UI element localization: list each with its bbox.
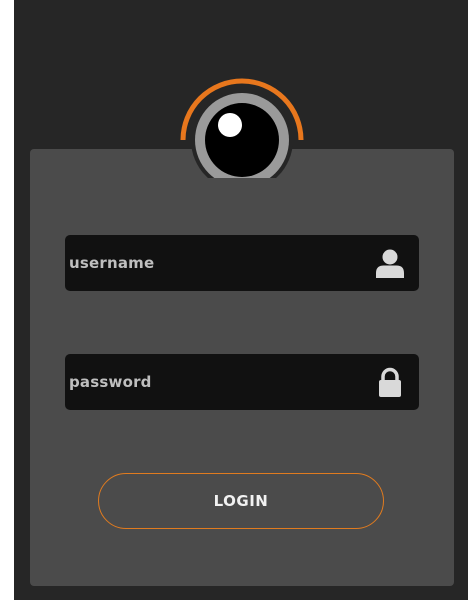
- username-field: [65, 235, 419, 291]
- eye-camera-icon: [180, 78, 304, 178]
- left-margin: [0, 0, 14, 600]
- username-input[interactable]: [65, 235, 359, 291]
- password-input[interactable]: [65, 354, 359, 410]
- password-field: [65, 354, 419, 410]
- login-screen: LOGIN: [0, 0, 468, 600]
- lock-icon: [379, 367, 401, 397]
- user-icon: [376, 249, 404, 278]
- login-button[interactable]: LOGIN: [98, 473, 384, 529]
